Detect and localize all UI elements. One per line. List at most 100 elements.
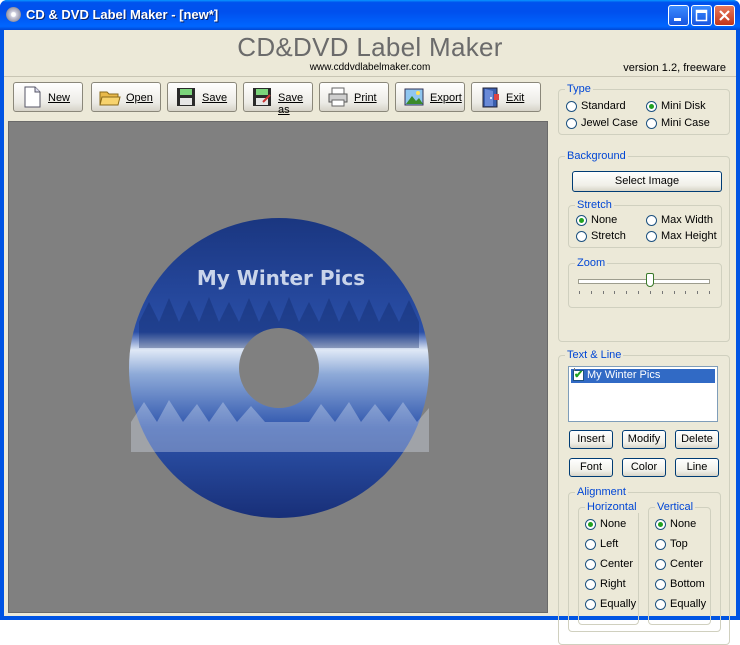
radio-circle-selected <box>576 215 587 226</box>
zoom-group: Zoom <box>568 257 722 308</box>
save-as-button[interactable]: Save as <box>243 82 313 116</box>
horizontal-left-radio[interactable]: Left <box>585 538 637 552</box>
exit-button[interactable]: Exit <box>471 82 541 112</box>
color-button[interactable]: Color <box>622 458 666 477</box>
font-button[interactable]: Font <box>569 458 613 477</box>
text-items-list[interactable]: ✔ My Winter Pics <box>568 366 718 422</box>
radio-circle <box>655 579 666 590</box>
new-button[interactable]: New <box>13 82 83 112</box>
radio-label: Max Width <box>661 214 713 226</box>
horizontal-equally-radio[interactable]: Equally <box>585 598 637 612</box>
zoom-tick <box>579 291 580 294</box>
vertical-legend: Vertical <box>655 501 696 513</box>
checkmark-icon: ✔ <box>574 368 584 381</box>
stretch-max-width-radio[interactable]: Max Width <box>646 214 718 228</box>
background-group: Background Select Image Stretch None Max… <box>558 150 730 342</box>
insert-button[interactable]: Insert <box>569 430 613 449</box>
radio-label: None <box>591 214 618 226</box>
radio-circle-selected <box>646 101 657 112</box>
radio-circle <box>646 215 657 226</box>
radio-circle <box>585 539 596 550</box>
modify-button[interactable]: Modify <box>622 430 666 449</box>
radio-circle <box>655 539 666 550</box>
stretch-legend: Stretch <box>575 199 614 211</box>
open-label: Open <box>126 92 153 104</box>
radio-label: Equally <box>600 598 637 610</box>
radio-circle <box>585 559 596 570</box>
horizontal-center-radio[interactable]: Center <box>585 558 637 572</box>
radio-circle <box>585 599 596 610</box>
app-header: CD&DVD Label Maker www.cddvdlabelmaker.c… <box>4 30 736 77</box>
radio-label: Left <box>600 538 619 550</box>
zoom-tick <box>661 291 663 294</box>
open-folder-icon <box>99 91 121 106</box>
title-bar[interactable]: CD & DVD Label Maker - [new*] <box>0 0 740 30</box>
settings-panel: Type Standard Mini Disk Jewel Case Mini … <box>552 77 736 645</box>
radio-label: Top <box>670 538 688 550</box>
type-mini-case-radio[interactable]: Mini Case <box>646 117 721 131</box>
save-button[interactable]: Save <box>167 82 237 112</box>
checkbox[interactable]: ✔ <box>573 368 584 381</box>
radio-circle <box>566 118 577 129</box>
delete-button[interactable]: Delete <box>675 430 719 449</box>
alignment-legend: Alignment <box>575 486 628 498</box>
radio-label: None <box>670 518 697 530</box>
export-button[interactable]: Export <box>395 82 465 112</box>
stretch-max-height-radio[interactable]: Max Height <box>646 230 718 244</box>
list-item-label: My Winter Pics <box>587 369 661 381</box>
exit-door-icon <box>482 87 499 108</box>
vertical-equally-radio[interactable]: Equally <box>655 598 709 612</box>
horizontal-alignment-group: Horizontal None Left Center Right Equall… <box>578 501 639 625</box>
horizontal-right-radio[interactable]: Right <box>585 578 637 592</box>
label-text-on-disc[interactable]: My Winter Pics <box>197 266 365 290</box>
radio-label: Mini Disk <box>661 100 706 112</box>
stretch-stretch-radio[interactable]: Stretch <box>576 230 641 244</box>
zoom-tick <box>626 291 628 294</box>
line-button[interactable]: Line <box>675 458 719 477</box>
close-button[interactable] <box>714 5 735 26</box>
radio-label: Equally <box>670 598 707 610</box>
radio-circle <box>576 231 587 242</box>
vertical-center-radio[interactable]: Center <box>655 558 709 572</box>
list-item[interactable]: ✔ My Winter Pics <box>571 368 715 383</box>
horizontal-legend: Horizontal <box>585 501 639 513</box>
radio-label: Mini Case <box>661 117 710 129</box>
label-preview-canvas[interactable]: My Winter Pics <box>8 121 548 613</box>
radio-circle <box>646 118 657 129</box>
minimize-button[interactable] <box>668 5 689 26</box>
select-image-button[interactable]: Select Image <box>572 171 722 192</box>
horizontal-none-radio[interactable]: None <box>585 518 637 532</box>
radio-label: Standard <box>581 100 626 112</box>
zoom-tick <box>590 291 592 294</box>
radio-circle-selected <box>585 519 596 530</box>
text-line-legend: Text & Line <box>565 349 624 361</box>
type-standard-radio[interactable]: Standard <box>566 100 641 114</box>
radio-label: Jewel Case <box>581 117 638 129</box>
radio-circle-selected <box>655 519 666 530</box>
new-document-icon <box>24 86 41 108</box>
vertical-none-radio[interactable]: None <box>655 518 709 532</box>
zoom-tick <box>649 291 651 294</box>
zoom-tick <box>685 291 687 294</box>
save-as-label: Save as <box>278 92 304 116</box>
type-mini-disk-radio[interactable]: Mini Disk <box>646 100 721 114</box>
print-button[interactable]: Print <box>319 82 389 112</box>
zoom-slider-track[interactable] <box>578 279 710 284</box>
vertical-bottom-radio[interactable]: Bottom <box>655 578 709 592</box>
vertical-alignment-group: Vertical None Top Center Bottom Equally <box>648 501 711 625</box>
cd-icon[interactable] <box>6 7 21 22</box>
disc-preview[interactable]: My Winter Pics <box>9 122 547 612</box>
floppy-disk-icon <box>177 88 195 106</box>
maximize-icon <box>692 6 711 25</box>
radio-circle <box>655 559 666 570</box>
stretch-none-radio[interactable]: None <box>576 214 641 228</box>
radio-label: Center <box>600 558 634 570</box>
type-jewel-case-radio[interactable]: Jewel Case <box>566 117 641 131</box>
window-title: CD & DVD Label Maker - [new*] <box>26 7 219 22</box>
radio-label: Stretch <box>591 230 626 242</box>
maximize-button[interactable] <box>691 5 712 26</box>
alignment-group: Alignment Horizontal None Left Center Ri… <box>568 486 721 632</box>
zoom-slider-thumb[interactable] <box>645 273 654 287</box>
vertical-top-radio[interactable]: Top <box>655 538 709 552</box>
open-button[interactable]: Open <box>91 82 161 112</box>
